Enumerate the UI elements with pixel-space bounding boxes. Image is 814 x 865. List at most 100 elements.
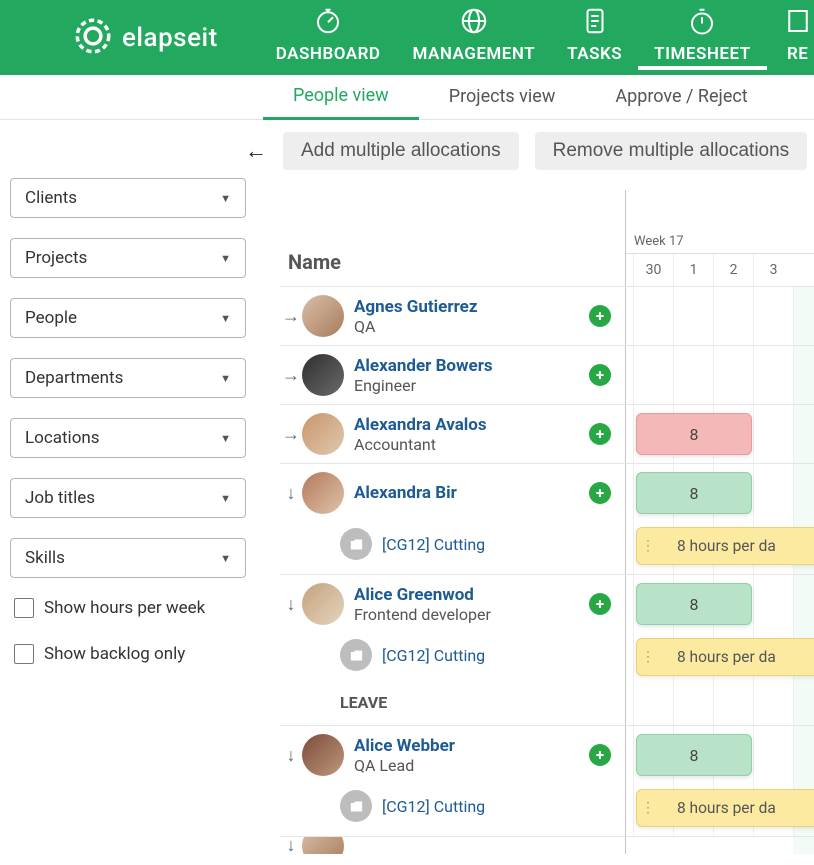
add-allocation-icon[interactable]: +: [589, 423, 611, 445]
project-sub-row: [CG12] Cutting ⋮8 hours per da: [280, 522, 814, 574]
person-name[interactable]: Agnes Gutierrez: [354, 297, 589, 317]
person-name[interactable]: Alice Greenwod: [354, 585, 589, 605]
main-nav: DASHBOARD MANAGEMENT TASKS TIMESHEET RE: [260, 6, 814, 70]
tab-projects-view[interactable]: Projects view: [419, 76, 586, 118]
person-row: ↓: [280, 836, 814, 854]
person-role: QA Lead: [354, 756, 589, 775]
project-icon: [340, 639, 372, 671]
filter-people[interactable]: People▼: [10, 298, 246, 338]
remove-allocations-button[interactable]: Remove multiple allocations: [535, 132, 808, 170]
filters-sidebar: Clients▼ Projects▼ People▼ Departments▼ …: [10, 178, 246, 690]
chevron-down-icon: ▼: [220, 312, 231, 325]
days-row: 30 1 2 3: [626, 253, 814, 286]
filter-projects[interactable]: Projects▼: [10, 238, 246, 278]
person-row: → Agnes Gutierrez QA +: [280, 286, 814, 345]
project-icon: [340, 790, 372, 822]
filter-clients[interactable]: Clients▼: [10, 178, 246, 218]
globe-icon: [459, 6, 489, 40]
person-role: Engineer: [354, 376, 589, 395]
expand-icon[interactable]: →: [280, 424, 302, 445]
allocation-block[interactable]: 8: [636, 413, 752, 455]
collapse-sidebar-icon[interactable]: ←: [245, 138, 267, 164]
tab-people-view[interactable]: People view: [263, 75, 419, 120]
person-name[interactable]: Alice Webber: [354, 736, 589, 756]
filter-locations[interactable]: Locations▼: [10, 418, 246, 458]
allocation-bar[interactable]: ⋮8 hours per da: [636, 638, 814, 676]
filter-skills[interactable]: Skills▼: [10, 538, 246, 578]
nav-tasks[interactable]: TASKS: [551, 6, 638, 70]
person-row: ↓ Alice Webber QA Lead + 8: [280, 725, 814, 784]
tab-approve-reject[interactable]: Approve / Reject: [585, 76, 777, 118]
expand-icon[interactable]: →: [280, 306, 302, 327]
chevron-down-icon: ▼: [220, 252, 231, 265]
column-name-header: Name: [288, 250, 625, 274]
day-header: 30: [633, 254, 673, 286]
person-row: → Alexander Bowers Engineer +: [280, 345, 814, 404]
add-allocation-icon[interactable]: +: [589, 364, 611, 386]
day-header: 1: [673, 254, 713, 286]
avatar: [302, 836, 344, 854]
dashboard-icon: [313, 6, 343, 40]
stopwatch-icon: [687, 6, 717, 40]
nav-timesheet[interactable]: TIMESHEET: [638, 6, 767, 70]
allocation-bar[interactable]: ⋮8 hours per da: [636, 789, 814, 827]
person-role: Frontend developer: [354, 605, 589, 624]
project-name[interactable]: [CG12] Cutting: [382, 797, 485, 816]
person-role: QA: [354, 317, 589, 336]
avatar: [302, 295, 344, 337]
chevron-down-icon: ▼: [220, 552, 231, 565]
week-label: Week 17: [626, 230, 814, 253]
person-name[interactable]: Alexandra Bir: [354, 483, 589, 503]
add-allocation-icon[interactable]: +: [589, 482, 611, 504]
project-name[interactable]: [CG12] Cutting: [382, 646, 485, 665]
day-header: 2: [713, 254, 753, 286]
nav-management[interactable]: MANAGEMENT: [397, 6, 552, 70]
avatar: [302, 413, 344, 455]
add-allocation-icon[interactable]: +: [589, 305, 611, 327]
day-header: 3: [753, 254, 793, 286]
person-name[interactable]: Alexander Bowers: [354, 356, 589, 376]
add-allocation-icon[interactable]: +: [589, 593, 611, 615]
allocation-grid: Name Week 17 30 1 2 3 → Agnes Gutierrez …: [280, 190, 814, 854]
avatar: [302, 583, 344, 625]
allocation-block[interactable]: 8: [636, 583, 752, 625]
grid-header: Name Week 17 30 1 2 3: [280, 190, 814, 286]
drag-handle-icon[interactable]: ⋮: [641, 538, 655, 554]
allocation-block[interactable]: 8: [636, 734, 752, 776]
nav-reports[interactable]: RE: [767, 6, 814, 70]
drag-handle-icon[interactable]: ⋮: [641, 649, 655, 665]
drag-handle-icon[interactable]: ⋮: [641, 800, 655, 816]
avatar: [302, 472, 344, 514]
expand-icon[interactable]: ↓: [280, 836, 302, 854]
tasks-icon: [580, 6, 610, 40]
brand-name: elapseit: [122, 23, 218, 53]
check-backlog-only[interactable]: Show backlog only: [14, 644, 246, 664]
project-name[interactable]: [CG12] Cutting: [382, 535, 485, 554]
nav-dashboard[interactable]: DASHBOARD: [260, 6, 397, 70]
collapse-icon[interactable]: ↓: [280, 483, 302, 504]
leave-label: LEAVE: [280, 685, 625, 725]
filter-departments[interactable]: Departments▼: [10, 358, 246, 398]
project-icon: [340, 528, 372, 560]
brand-logo[interactable]: elapseit: [72, 15, 218, 61]
person-row: → Alexandra Avalos Accountant + 8: [280, 404, 814, 463]
leave-row: LEAVE: [280, 685, 814, 725]
add-allocations-button[interactable]: Add multiple allocations: [283, 132, 519, 170]
person-name[interactable]: Alexandra Avalos: [354, 415, 589, 435]
allocation-bar[interactable]: ⋮8 hours per da: [636, 527, 814, 565]
app-header: elapseit DASHBOARD MANAGEMENT TASKS TIME…: [0, 0, 814, 75]
checkbox-icon[interactable]: [14, 598, 34, 618]
filter-jobtitles[interactable]: Job titles▼: [10, 478, 246, 518]
logo-icon: [72, 15, 114, 61]
project-sub-row: [CG12] Cutting ⋮8 hours per da: [280, 633, 814, 685]
chevron-down-icon: ▼: [220, 432, 231, 445]
toolbar: ← Add multiple allocations Remove multip…: [0, 132, 814, 170]
allocation-block[interactable]: 8: [636, 472, 752, 514]
add-allocation-icon[interactable]: +: [589, 744, 611, 766]
collapse-icon[interactable]: ↓: [280, 745, 302, 766]
check-hours-per-week[interactable]: Show hours per week: [14, 598, 246, 618]
checkbox-icon[interactable]: [14, 644, 34, 664]
view-tabs: People view Projects view Approve / Reje…: [0, 75, 814, 120]
collapse-icon[interactable]: ↓: [280, 594, 302, 615]
expand-icon[interactable]: →: [280, 365, 302, 386]
